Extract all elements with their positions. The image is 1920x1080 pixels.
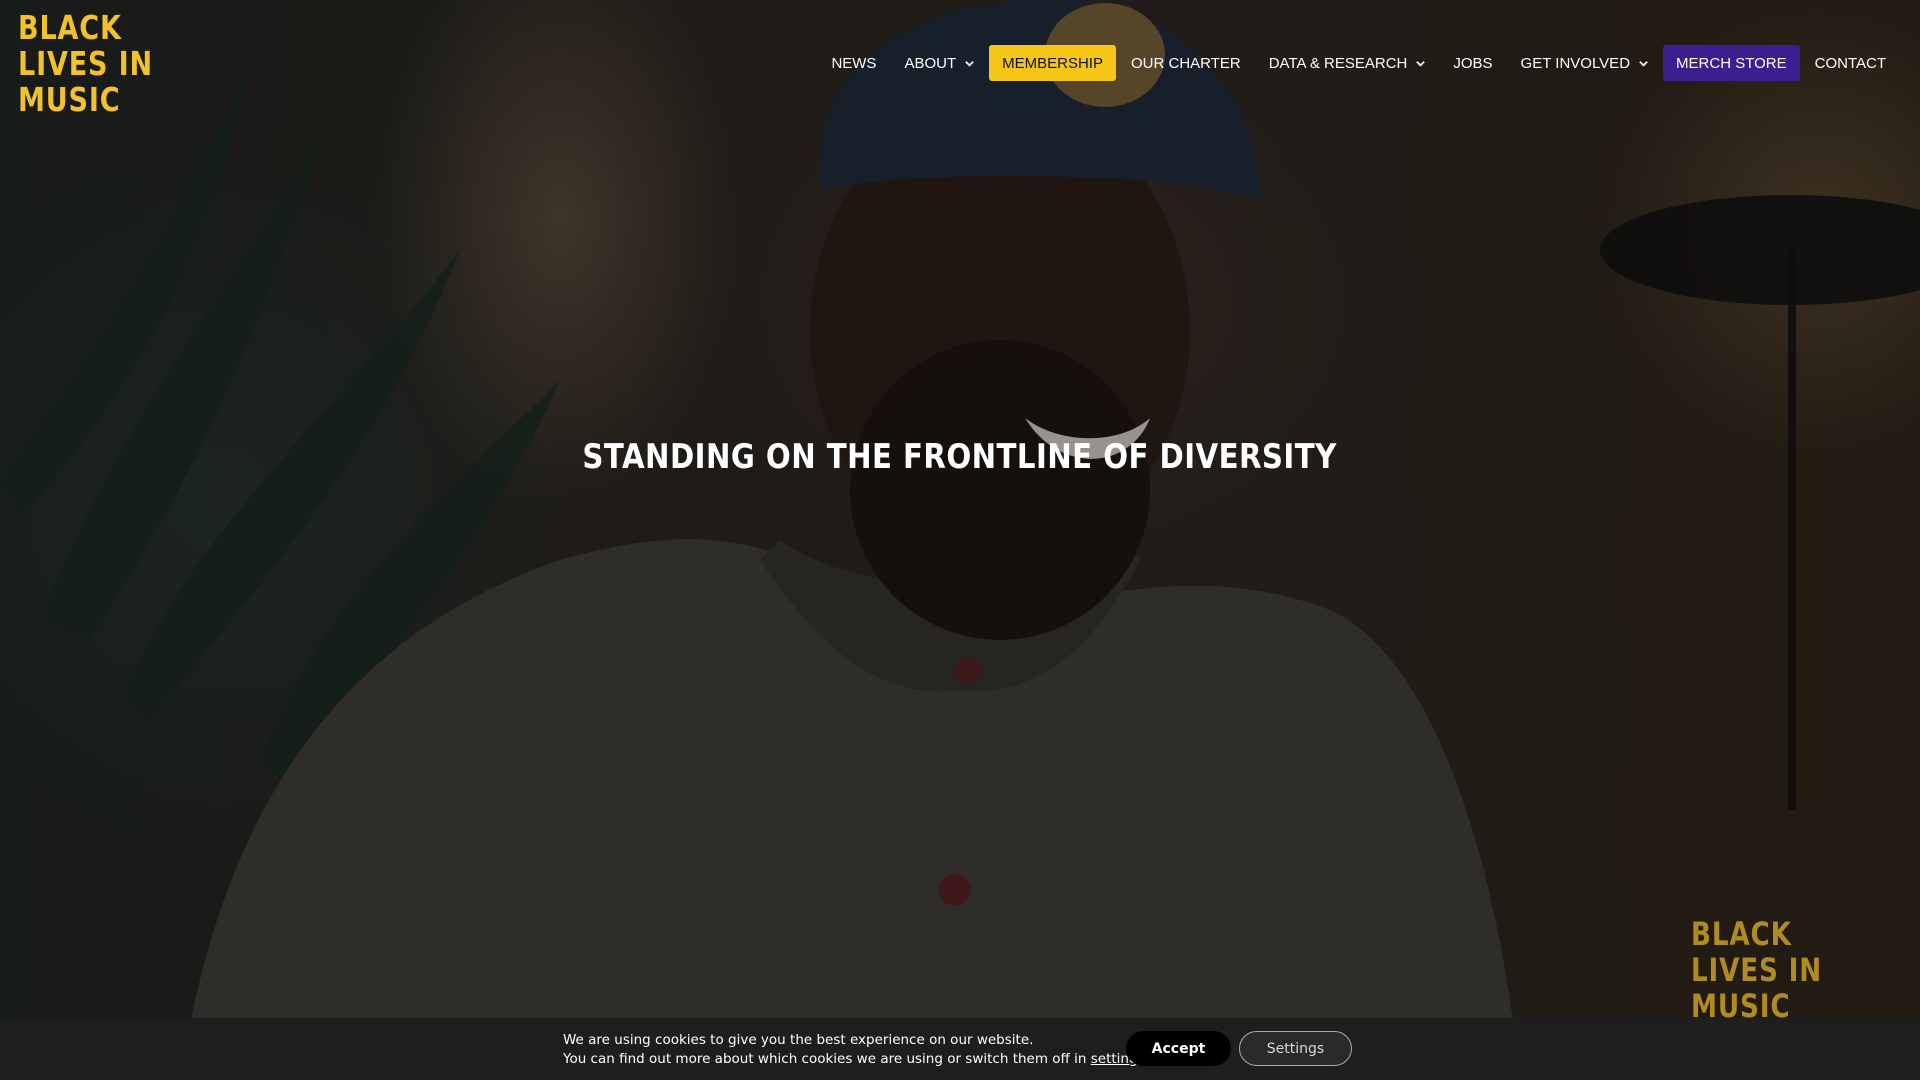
cookie-banner: We are using cookies to give you the bes… [0,1018,1920,1080]
hero-headline-text: STANDING ON THE FRONTLINE OF DIVERSITY [582,437,1338,477]
logo-line: LIVES IN [18,44,153,83]
nav-item-merch-store[interactable]: MERCH STORE [1663,45,1800,81]
nav-item-membership[interactable]: MEMBERSHIP [989,45,1116,81]
nav-item-label: CONTACT [1814,54,1886,72]
nav-item-about[interactable]: ABOUT [891,45,987,81]
watermark-logo: BLACK LIVES IN MUSIC [1691,916,1822,1024]
nav-item-jobs[interactable]: JOBS [1440,45,1505,81]
chevron-down-icon [1416,60,1426,67]
nav-item-label: NEWS [831,54,877,72]
nav-item-our-charter[interactable]: OUR CHARTER [1118,45,1254,81]
cookie-line-1: We are using cookies to give you the bes… [563,1032,1034,1048]
nav-item-label: GET INVOLVED [1520,54,1631,72]
nav-item-news[interactable]: NEWS [818,45,889,81]
hero-dim-overlay [0,0,1920,1080]
chevron-down-icon [1639,60,1648,67]
nav-item-label: MERCH STORE [1676,54,1787,72]
nav-item-contact[interactable]: CONTACT [1802,45,1899,81]
watermark-line: LIVES IN [1691,951,1823,989]
chevron-down-icon [965,60,974,67]
site-logo[interactable]: BLACK LIVES IN MUSIC [18,10,153,118]
accept-button[interactable]: Accept [1126,1031,1231,1066]
nav-item-label: DATA & RESEARCH [1268,54,1408,72]
nav-item-get-involved[interactable]: GET INVOLVED [1508,45,1661,81]
logo-line: MUSIC [18,80,121,119]
hero-background [0,0,1920,1080]
cookie-message: We are using cookies to give you the bes… [563,1031,1149,1069]
settings-button[interactable]: Settings [1239,1031,1352,1066]
hero-headline: STANDING ON THE FRONTLINE OF DIVERSITY [0,437,1920,477]
cookie-line-2: You can find out more about which cookie… [563,1050,1149,1069]
watermark-line: BLACK [1691,915,1792,953]
cookie-line-2-text: You can find out more about which cookie… [563,1051,1091,1067]
nav-item-data-research[interactable]: DATA & RESEARCH [1256,45,1439,81]
nav-item-label: ABOUT [904,54,957,72]
nav-item-label: JOBS [1453,54,1493,72]
nav-item-label: OUR CHARTER [1130,54,1241,72]
logo-line: BLACK [18,8,122,47]
main-nav: NEWS ABOUT MEMBERSHIP OUR CHARTER DATA &… [817,45,1900,81]
nav-item-label: MEMBERSHIP [1002,54,1103,72]
